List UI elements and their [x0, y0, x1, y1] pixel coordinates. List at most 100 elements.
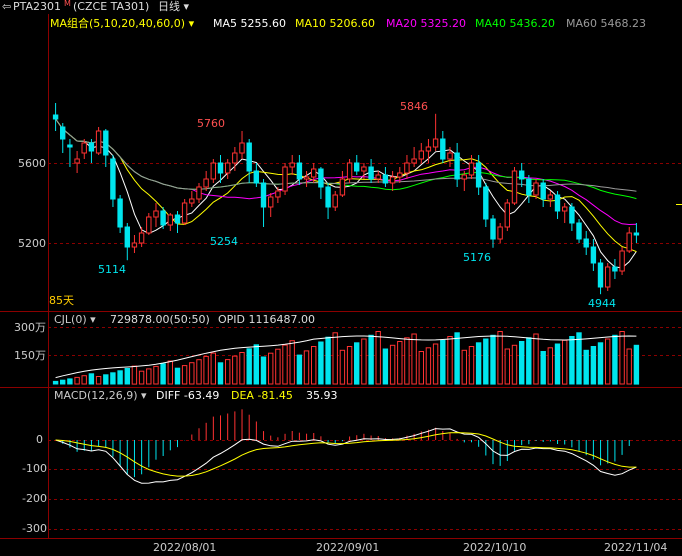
- candle-down: [52, 114, 59, 120]
- candle-down: [160, 210, 166, 226]
- volume-bar-down: [253, 344, 260, 385]
- candle-up: [346, 162, 353, 180]
- macd-lines: [55, 428, 637, 484]
- annotation-high-1: 5760: [197, 117, 225, 130]
- macd-dea-line: [55, 432, 637, 477]
- volume-bar-down: [554, 343, 561, 385]
- volume-bar-up: [268, 352, 274, 385]
- price-tick-5600: 5600: [18, 157, 46, 170]
- candle-down: [490, 218, 496, 240]
- ma-lines: [55, 118, 637, 269]
- volume-bar-up: [404, 337, 410, 385]
- macd-tick-300: -300: [22, 522, 47, 535]
- ma5-line: [55, 118, 637, 269]
- volume-bar-up: [167, 360, 174, 385]
- candle-up: [196, 186, 202, 200]
- candle-up: [432, 138, 439, 148]
- volume-bar-down: [612, 334, 618, 385]
- volume-bar-down: [490, 334, 496, 385]
- volume-bar-up: [303, 350, 310, 385]
- candle-up: [153, 210, 159, 218]
- candle-down: [296, 162, 303, 180]
- candle-up: [389, 176, 396, 184]
- candle-down: [540, 182, 546, 200]
- volume-bar-down: [597, 342, 604, 385]
- candle-down: [612, 266, 618, 272]
- candle-down: [368, 166, 374, 180]
- volume-bar-down: [633, 344, 640, 385]
- volume-bar-down: [117, 370, 123, 385]
- volume-bar-up: [375, 331, 381, 385]
- candle-up: [547, 194, 553, 200]
- candle-down: [590, 246, 597, 264]
- candle-up: [411, 158, 417, 164]
- volume-bar-down: [88, 373, 95, 385]
- volume-bar-up: [432, 343, 439, 385]
- candle-up: [375, 174, 381, 180]
- volume-bar-up: [605, 338, 611, 385]
- volume-bar-down: [354, 342, 360, 385]
- candle-down: [60, 126, 66, 140]
- volume-tick-300: 300万: [14, 321, 46, 334]
- volume-bar-up: [311, 346, 317, 385]
- volume-bar-up: [361, 338, 367, 385]
- candle-down: [597, 262, 604, 288]
- volume-bar-up: [468, 346, 475, 385]
- volume-bar-down: [475, 342, 482, 385]
- volume-bar-up: [619, 331, 625, 385]
- volume-bar-up: [282, 344, 288, 385]
- candle-down: [174, 214, 181, 224]
- days-label: 85天: [49, 294, 74, 307]
- candle-up: [74, 158, 80, 164]
- macd-indicator-label[interactable]: MACD(12,26,9) ▾: [54, 390, 147, 402]
- candle-up: [504, 202, 511, 228]
- candle-down: [382, 174, 389, 184]
- volume-bar-up: [346, 346, 353, 385]
- volume-bar-down: [483, 338, 489, 385]
- volume-bar-up: [289, 340, 295, 385]
- candle-down: [576, 222, 582, 240]
- volume-bar-up: [425, 347, 432, 385]
- candle-up: [339, 178, 346, 196]
- volume-bar-up: [461, 349, 468, 385]
- volume-bar-up: [562, 339, 568, 385]
- date-label-2: 2022/09/01: [316, 541, 380, 554]
- candle-up: [232, 152, 238, 164]
- candle-up: [146, 216, 152, 234]
- volume-bar-down: [174, 367, 181, 385]
- candle-up: [461, 174, 468, 180]
- volume-bar-up: [210, 352, 217, 385]
- macd-diff-value: DIFF -63.49: [156, 389, 220, 402]
- volume-bar-down: [454, 332, 460, 385]
- candle-up: [131, 242, 138, 248]
- candle-down: [440, 138, 446, 160]
- annotation-low-2: 5114: [98, 263, 126, 276]
- volume-bar-down: [318, 341, 324, 385]
- chart-area[interactable]: [0, 0, 682, 556]
- volume-bar-up: [153, 365, 159, 385]
- volume-bar-down: [590, 346, 597, 385]
- volume-bar-down: [519, 341, 525, 385]
- ma20-line: [55, 118, 637, 226]
- candle-up: [511, 170, 518, 204]
- candle-up: [619, 250, 625, 272]
- volume-bar-down: [526, 337, 532, 385]
- candle-up: [239, 142, 245, 154]
- volume-bar-up: [138, 370, 145, 385]
- volume-bar-down: [246, 348, 252, 385]
- volume-bar-up: [239, 352, 245, 385]
- candle-down: [454, 152, 460, 180]
- volume-bar-up: [189, 362, 195, 385]
- candle-up: [605, 266, 611, 288]
- volume-bar-up: [203, 355, 209, 385]
- candle-up: [468, 162, 475, 176]
- candle-down: [217, 162, 224, 174]
- candle-up: [447, 152, 453, 160]
- candle-up: [95, 130, 102, 154]
- volume-bar-up: [511, 344, 518, 385]
- candle-up: [268, 196, 274, 208]
- volume-indicator-label[interactable]: CJL(0) ▾: [54, 314, 96, 326]
- candle-down: [318, 168, 324, 188]
- candle-up: [275, 190, 281, 198]
- volume-bar-up: [275, 348, 281, 385]
